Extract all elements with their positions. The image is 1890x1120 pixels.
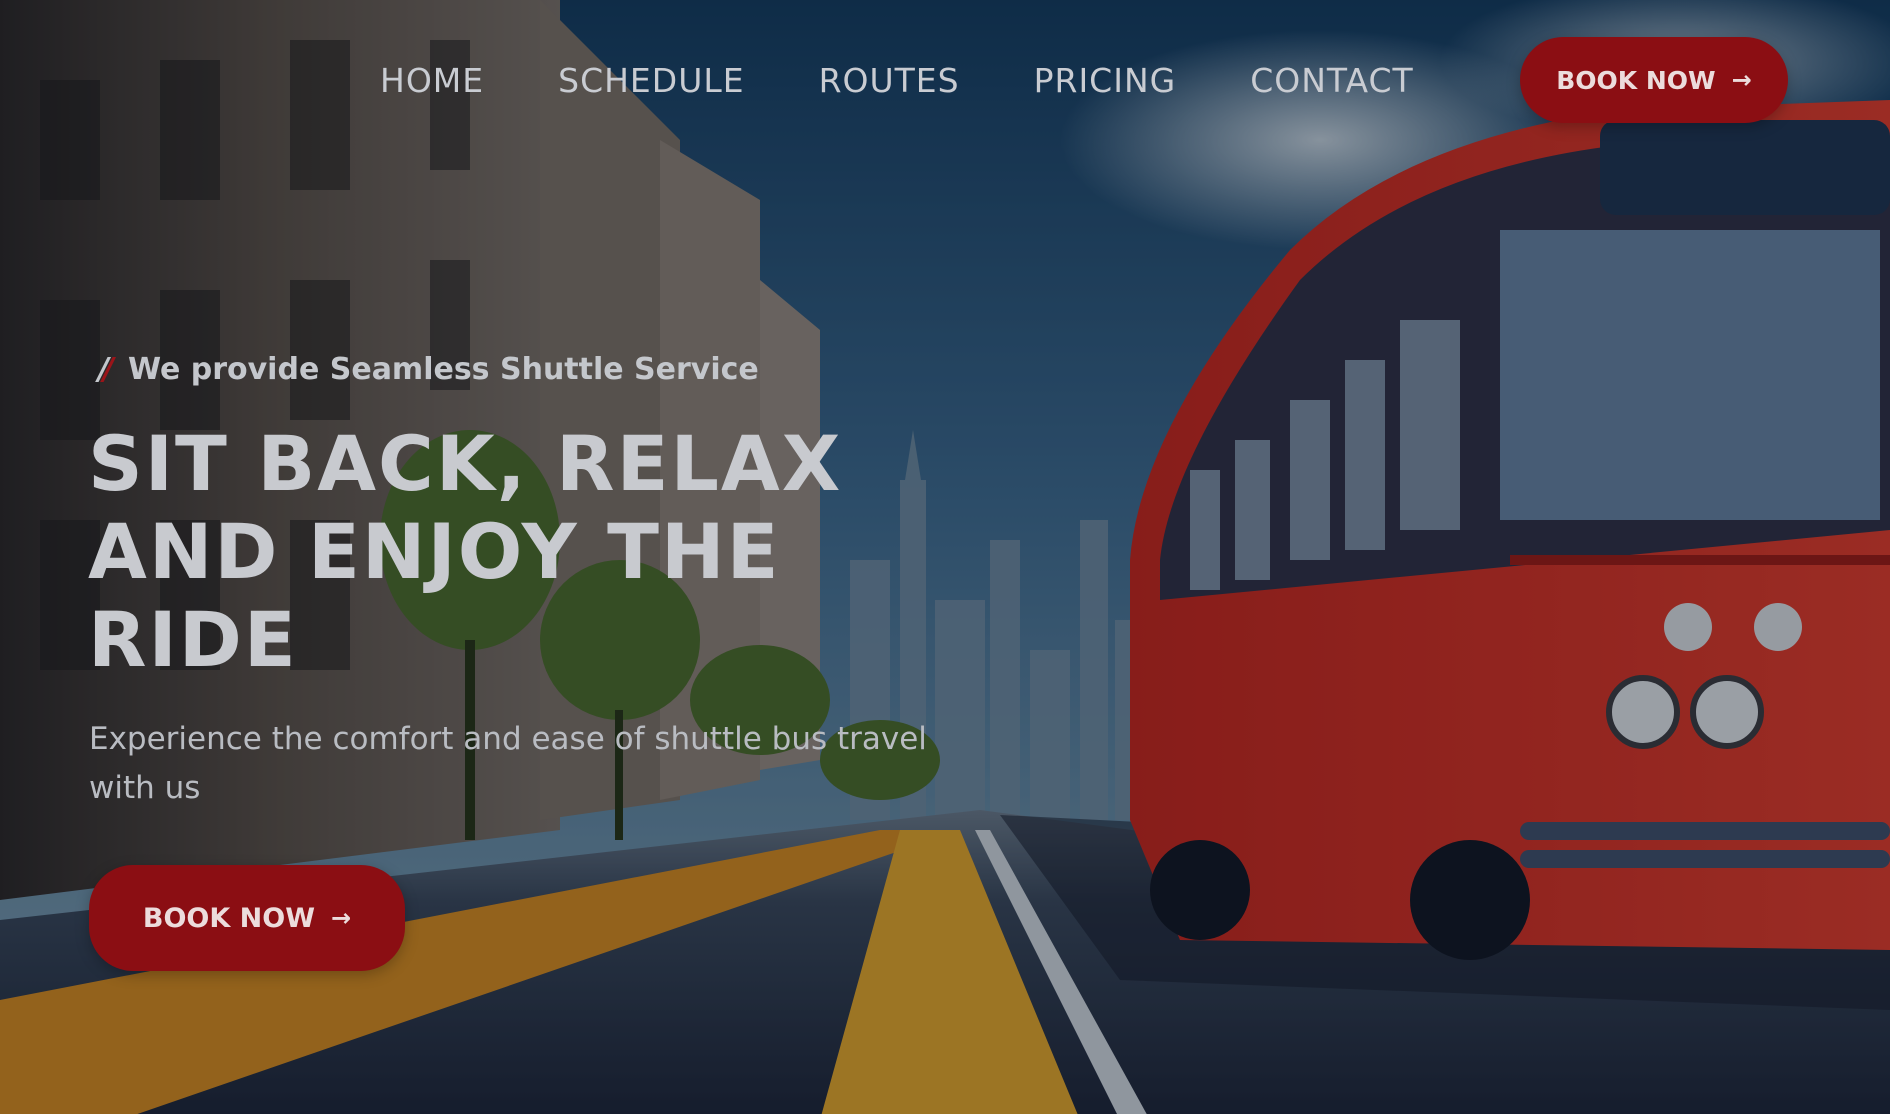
bottom-divider <box>0 1114 1890 1120</box>
book-now-hero-button[interactable]: BOOK NOW → <box>89 865 405 971</box>
nav-item-pricing[interactable]: PRICING <box>1034 64 1177 97</box>
nav-item-schedule[interactable]: SCHEDULE <box>558 64 744 97</box>
hero-section: HOME SCHEDULE ROUTES PRICING CONTACT BOO… <box>0 0 1890 1120</box>
nav-item-routes[interactable]: ROUTES <box>819 64 960 97</box>
hero-headline-line-1: SIT BACK, RELAX <box>88 419 843 508</box>
hero-tagline: // We provide Seamless Shuttle Service <box>98 352 759 387</box>
arrow-right-icon: → <box>331 904 352 932</box>
book-now-header-button[interactable]: BOOK NOW → <box>1520 37 1788 123</box>
nav-item-contact[interactable]: CONTACT <box>1250 64 1414 97</box>
nav-item-home[interactable]: HOME <box>380 64 484 97</box>
arrow-right-icon: → <box>1731 66 1752 94</box>
book-now-header-label: BOOK NOW <box>1556 65 1716 95</box>
book-now-hero-label: BOOK NOW <box>142 902 316 934</box>
hero-tagline-text: We provide Seamless Shuttle Service <box>127 352 759 387</box>
hero-headline-line-2: AND ENJOY THE <box>88 507 781 596</box>
double-slash-icon: // <box>98 352 114 387</box>
main-navigation: HOME SCHEDULE ROUTES PRICING CONTACT <box>380 55 1414 105</box>
hero-headline-line-3: RIDE <box>88 595 298 684</box>
hero-subtext: Experience the comfort and ease of shutt… <box>89 721 927 806</box>
hero-headline: SIT BACK, RELAX AND ENJOY THE RIDE <box>88 420 848 684</box>
